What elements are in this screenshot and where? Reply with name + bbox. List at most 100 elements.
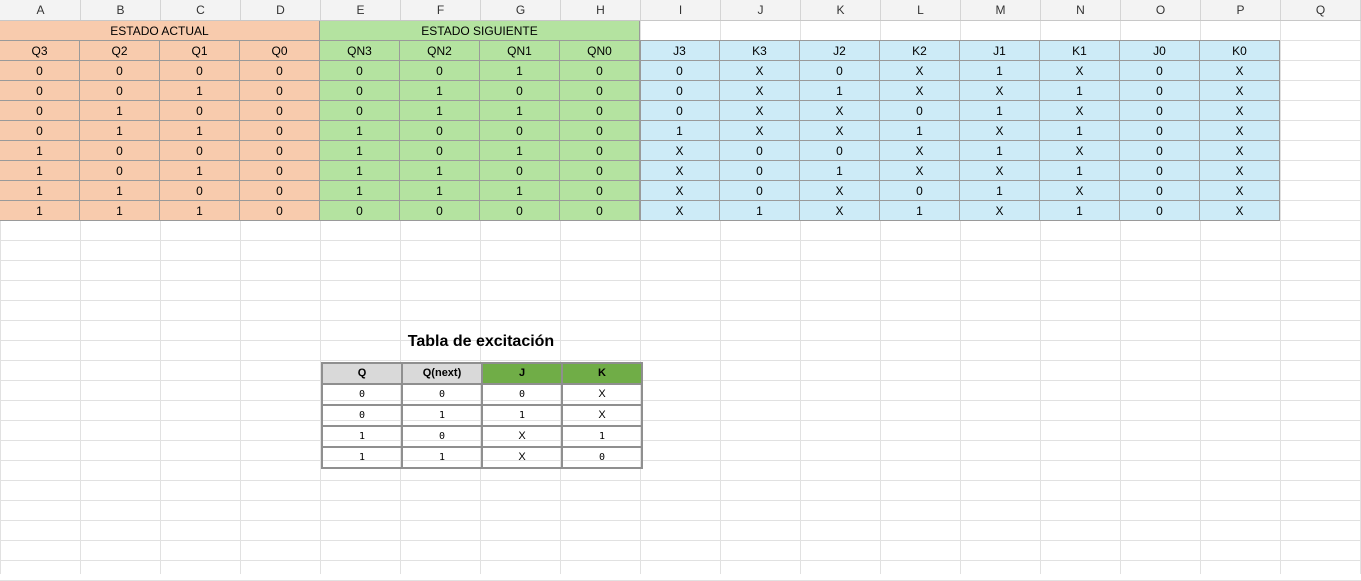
- table-cell[interactable]: X: [640, 181, 720, 201]
- table-cell[interactable]: X: [640, 201, 720, 221]
- header-cell-k0[interactable]: K0: [1200, 41, 1280, 61]
- header-cell-qn1[interactable]: QN1: [480, 41, 560, 61]
- header-cell-j1[interactable]: J1: [960, 41, 1040, 61]
- table-cell[interactable]: 0: [480, 81, 560, 101]
- table-cell[interactable]: 0: [0, 81, 80, 101]
- table-cell[interactable]: 1: [160, 121, 240, 141]
- table-cell[interactable]: X: [800, 181, 880, 201]
- table-cell[interactable]: 0: [720, 141, 800, 161]
- exc-cell[interactable]: 1: [561, 425, 643, 448]
- column-letter[interactable]: B: [81, 0, 161, 20]
- table-cell[interactable]: 0: [560, 201, 640, 221]
- table-cell[interactable]: 1: [400, 101, 480, 121]
- table-cell[interactable]: X: [640, 141, 720, 161]
- table-cell[interactable]: 0: [800, 61, 880, 81]
- table-cell[interactable]: 1: [880, 121, 960, 141]
- table-cell[interactable]: 0: [240, 141, 320, 161]
- table-cell[interactable]: 0: [560, 121, 640, 141]
- table-cell[interactable]: 0: [1120, 141, 1200, 161]
- table-cell[interactable]: 0: [80, 61, 160, 81]
- table-cell[interactable]: 1: [0, 141, 80, 161]
- table-cell[interactable]: 0: [560, 141, 640, 161]
- table-cell[interactable]: 0: [560, 161, 640, 181]
- table-cell[interactable]: 0: [80, 141, 160, 161]
- table-cell[interactable]: X: [1200, 61, 1280, 81]
- table-cell[interactable]: 1: [80, 181, 160, 201]
- table-cell[interactable]: 1: [720, 201, 800, 221]
- table-cell[interactable]: 1: [160, 81, 240, 101]
- table-cell[interactable]: X: [960, 161, 1040, 181]
- exc-header-j[interactable]: J: [481, 362, 563, 385]
- table-cell[interactable]: X: [1040, 141, 1120, 161]
- table-cell[interactable]: 0: [240, 181, 320, 201]
- table-cell[interactable]: 1: [400, 181, 480, 201]
- header-cell-j3[interactable]: J3: [640, 41, 720, 61]
- table-cell[interactable]: 0: [160, 141, 240, 161]
- column-letter[interactable]: D: [241, 0, 321, 20]
- column-letter[interactable]: L: [881, 0, 961, 20]
- table-cell[interactable]: X: [720, 81, 800, 101]
- table-cell[interactable]: 1: [480, 181, 560, 201]
- table-cell[interactable]: 1: [640, 121, 720, 141]
- column-letter[interactable]: H: [561, 0, 641, 20]
- table-cell[interactable]: X: [720, 61, 800, 81]
- exc-cell[interactable]: X: [561, 404, 643, 427]
- table-cell[interactable]: 1: [960, 181, 1040, 201]
- column-letter[interactable]: A: [1, 0, 81, 20]
- table-cell[interactable]: 0: [1120, 161, 1200, 181]
- exc-cell[interactable]: 0: [401, 425, 483, 448]
- table-cell[interactable]: 1: [320, 141, 400, 161]
- column-letter[interactable]: J: [721, 0, 801, 20]
- table-cell[interactable]: 1: [1040, 201, 1120, 221]
- table-cell[interactable]: 0: [640, 101, 720, 121]
- exc-cell[interactable]: 0: [321, 404, 403, 427]
- table-cell[interactable]: 1: [320, 121, 400, 141]
- table-cell[interactable]: X: [960, 201, 1040, 221]
- table-cell[interactable]: 1: [800, 161, 880, 181]
- table-cell[interactable]: 0: [400, 121, 480, 141]
- table-cell[interactable]: 0: [240, 161, 320, 181]
- table-cell[interactable]: 0: [560, 81, 640, 101]
- table-cell[interactable]: X: [800, 121, 880, 141]
- column-letter[interactable]: I: [641, 0, 721, 20]
- column-letter[interactable]: N: [1041, 0, 1121, 20]
- table-cell[interactable]: 0: [1120, 101, 1200, 121]
- table-cell[interactable]: X: [1040, 61, 1120, 81]
- column-letter[interactable]: F: [401, 0, 481, 20]
- table-cell[interactable]: 0: [160, 101, 240, 121]
- exc-header-qnext[interactable]: Q(next): [401, 362, 483, 385]
- table-cell[interactable]: X: [880, 61, 960, 81]
- column-letter[interactable]: E: [321, 0, 401, 20]
- table-cell[interactable]: 1: [0, 161, 80, 181]
- exc-cell[interactable]: 1: [401, 404, 483, 427]
- table-cell[interactable]: 0: [480, 161, 560, 181]
- table-cell[interactable]: 1: [160, 161, 240, 181]
- column-letter[interactable]: C: [161, 0, 241, 20]
- exc-header-q[interactable]: Q: [321, 362, 403, 385]
- table-cell[interactable]: 0: [1120, 61, 1200, 81]
- table-cell[interactable]: X: [720, 101, 800, 121]
- table-cell[interactable]: 1: [800, 81, 880, 101]
- table-cell[interactable]: X: [720, 121, 800, 141]
- table-cell[interactable]: 0: [560, 101, 640, 121]
- exc-cell[interactable]: 0: [321, 383, 403, 406]
- column-letter[interactable]: M: [961, 0, 1041, 20]
- header-cell-qn2[interactable]: QN2: [400, 41, 480, 61]
- exc-cell[interactable]: 0: [561, 446, 643, 469]
- table-cell[interactable]: 1: [160, 201, 240, 221]
- table-cell[interactable]: 0: [480, 201, 560, 221]
- table-cell[interactable]: X: [960, 81, 1040, 101]
- table-cell[interactable]: 0: [240, 81, 320, 101]
- spreadsheet-grid[interactable]: ESTADO ACTUAL ESTADO SIGUIENTE Q3 Q2 Q1 Q0 QN3…: [0, 21, 1361, 581]
- table-cell[interactable]: 0: [0, 101, 80, 121]
- table-cell[interactable]: 0: [880, 101, 960, 121]
- table-cell[interactable]: 0: [800, 141, 880, 161]
- header-cell-k2[interactable]: K2: [880, 41, 960, 61]
- table-cell[interactable]: 0: [880, 181, 960, 201]
- table-cell[interactable]: 0: [160, 61, 240, 81]
- exc-cell[interactable]: 0: [401, 383, 483, 406]
- table-cell[interactable]: X: [1200, 101, 1280, 121]
- table-cell[interactable]: 0: [1120, 181, 1200, 201]
- table-cell[interactable]: 0: [320, 81, 400, 101]
- table-cell[interactable]: X: [1040, 181, 1120, 201]
